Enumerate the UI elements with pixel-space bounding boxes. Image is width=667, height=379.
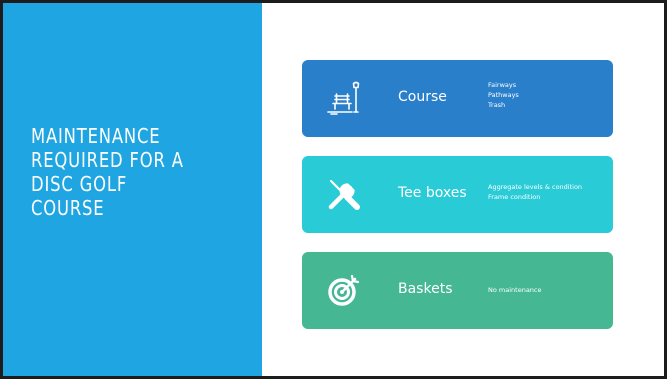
card-label: Tee boxes — [398, 185, 467, 201]
tools-icon — [325, 175, 363, 213]
card-label: Baskets — [398, 281, 453, 297]
slide-title-line: course — [31, 196, 105, 220]
card-details: Fairways Pathways Trash — [488, 80, 519, 110]
slide-title-line: required for a — [31, 148, 184, 172]
detail-item: No maintenance — [488, 286, 542, 294]
detail-item: Frame condition — [488, 193, 541, 201]
slide-title-line: Maintenance — [31, 124, 161, 148]
park-bench-icon — [325, 79, 363, 117]
card-tee-boxes: Tee boxes Aggregate levels & condition F… — [302, 156, 613, 233]
card-label: Course — [398, 89, 447, 105]
detail-item: Pathways — [488, 91, 519, 99]
detail-item: Fairways — [488, 81, 517, 89]
card-baskets: Baskets No maintenance — [302, 252, 613, 329]
detail-item: Aggregate levels & condition — [488, 183, 583, 191]
card-details: Aggregate levels & condition Frame condi… — [488, 182, 582, 202]
slide-title: Maintenance required for a disc golf cou… — [31, 124, 211, 220]
target-icon — [325, 271, 363, 309]
slide-title-line: disc golf — [31, 172, 128, 196]
card-details: No maintenance — [488, 285, 542, 295]
title-panel: Maintenance required for a disc golf cou… — [3, 3, 262, 376]
card-course: Course Fairways Pathways Trash — [302, 60, 613, 137]
detail-item: Trash — [488, 101, 506, 109]
slide: Maintenance required for a disc golf cou… — [0, 0, 667, 379]
